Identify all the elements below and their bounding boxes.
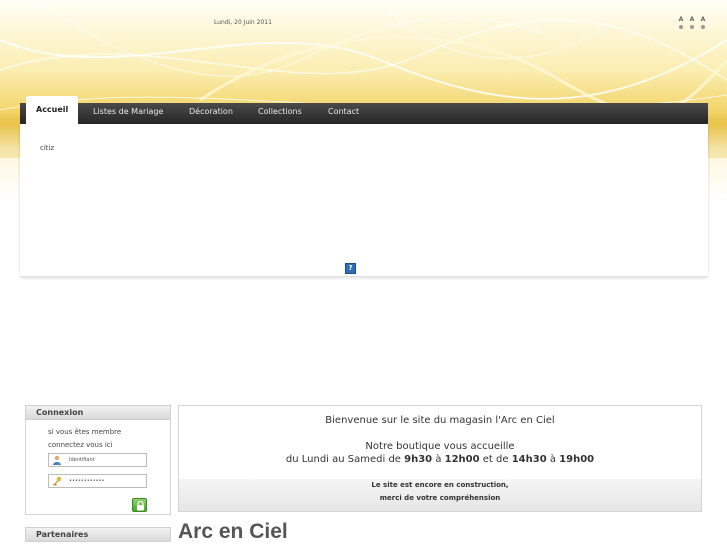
lock-icon [137, 501, 144, 511]
font-small-button[interactable]: A [678, 17, 684, 29]
login-submit-button[interactable] [132, 498, 147, 512]
username-field[interactable]: Identifiant [48, 453, 147, 467]
nav-item-decoration[interactable]: Décoration [189, 103, 233, 124]
login-box: si vous êtes membre connectez vous ici I… [25, 420, 171, 515]
nav-item-collections[interactable]: Collections [258, 103, 302, 124]
welcome-heading: Bienvenue sur le site du magasin l'Arc e… [325, 415, 555, 426]
broken-image-icon: ? [345, 263, 356, 274]
login-hint-line1: si vous êtes membre [48, 428, 122, 436]
content-panel: citiz [20, 124, 708, 276]
nav-item-accueil[interactable]: Accueil [26, 96, 79, 124]
construction-notice-line1: Le site est encore en construction, [371, 481, 509, 489]
user-icon [53, 455, 61, 465]
welcome-line2: Notre boutique vous accueille [365, 441, 515, 452]
password-field[interactable]: •••••••••••• [48, 474, 147, 488]
font-size-controls: A A A [678, 17, 706, 29]
page-title: Arc en Ciel [178, 520, 288, 543]
main-navigation: Accueil Listes de Mariage Décoration Col… [20, 96, 708, 124]
font-large-button[interactable]: A [700, 17, 706, 29]
nav-item-contact[interactable]: Contact [328, 103, 359, 124]
construction-notice-line2: merci de votre compréhension [379, 494, 501, 502]
partners-box-title: Partenaires [25, 527, 171, 542]
login-box-title: Connexion [25, 405, 171, 420]
key-icon [53, 476, 62, 486]
font-medium-button[interactable]: A [689, 17, 695, 29]
content-text: citiz [40, 144, 55, 152]
username-value: Identifiant [69, 457, 95, 463]
welcome-panel: Bienvenue sur le site du magasin l'Arc e… [178, 405, 702, 512]
current-date: Lundi, 20 Juin 2011 [214, 19, 272, 26]
login-hint-line2: connectez vous ici [48, 441, 113, 449]
opening-hours: du Lundi au Samedi de 9h30 à 12h00 et de… [285, 454, 595, 465]
nav-item-listes-de-mariage[interactable]: Listes de Mariage [93, 103, 163, 124]
password-value: •••••••••••• [69, 478, 105, 484]
